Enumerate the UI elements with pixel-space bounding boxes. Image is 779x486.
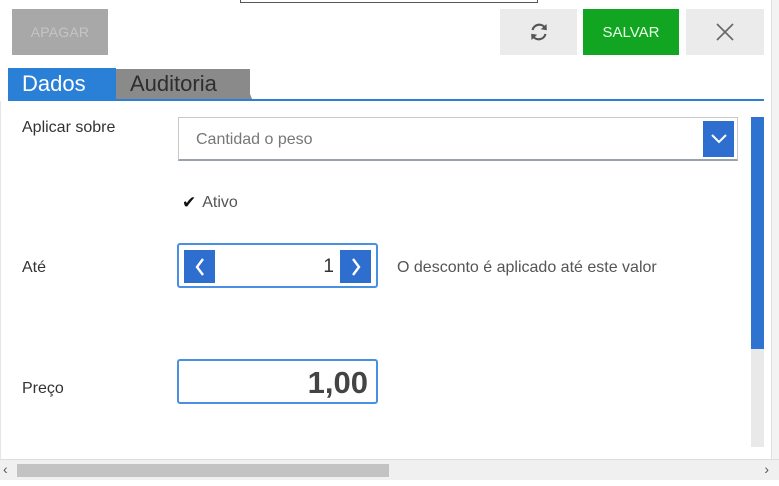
horizontal-scrollbar[interactable]: ‹ › bbox=[0, 459, 779, 480]
horizontal-scroll-thumb[interactable] bbox=[17, 464, 389, 477]
save-button[interactable]: SALVAR bbox=[583, 9, 679, 55]
close-button[interactable] bbox=[686, 9, 764, 55]
price-input[interactable]: 1,00 bbox=[177, 359, 378, 404]
apply-on-select[interactable]: Cantidad o peso bbox=[178, 117, 738, 161]
active-label: Ativo bbox=[202, 194, 238, 211]
delete-button[interactable]: APAGAR bbox=[12, 9, 108, 55]
vertical-scroll-thumb[interactable] bbox=[751, 117, 764, 349]
scroll-left-icon[interactable]: ‹ bbox=[3, 461, 8, 477]
chevron-left-icon bbox=[195, 257, 204, 276]
refresh-icon bbox=[530, 23, 547, 41]
increment-button[interactable] bbox=[340, 250, 371, 283]
chevron-right-icon bbox=[351, 257, 360, 276]
chevron-down-icon bbox=[710, 134, 727, 144]
top-input-edge bbox=[240, 0, 538, 3]
until-label: Até bbox=[22, 259, 47, 276]
until-value[interactable]: 1 bbox=[323, 256, 334, 278]
until-stepper[interactable]: 1 bbox=[177, 243, 378, 288]
scroll-right-icon[interactable]: › bbox=[764, 461, 769, 477]
price-value: 1,00 bbox=[307, 365, 368, 400]
tab-auditoria-corner bbox=[238, 69, 252, 99]
price-label: Preço bbox=[22, 380, 64, 397]
refresh-button[interactable] bbox=[500, 9, 577, 55]
dropdown-button[interactable] bbox=[703, 121, 734, 157]
tab-dados[interactable]: Dados bbox=[8, 68, 116, 99]
until-hint: O desconto é aplicado até este valor bbox=[397, 259, 657, 276]
tab-auditoria[interactable]: Auditoria bbox=[116, 69, 250, 99]
apply-on-value: Cantidad o peso bbox=[196, 131, 313, 148]
window-bottom bbox=[0, 480, 779, 486]
close-icon bbox=[716, 23, 734, 41]
apply-on-label: Aplicar sobre bbox=[22, 119, 116, 136]
decrement-button[interactable] bbox=[184, 250, 215, 283]
vertical-scrollbar[interactable] bbox=[751, 117, 764, 447]
check-icon: ✔ bbox=[182, 193, 197, 212]
active-checkbox[interactable]: ✔ Ativo bbox=[182, 193, 238, 213]
window-frame-right bbox=[771, 0, 779, 479]
